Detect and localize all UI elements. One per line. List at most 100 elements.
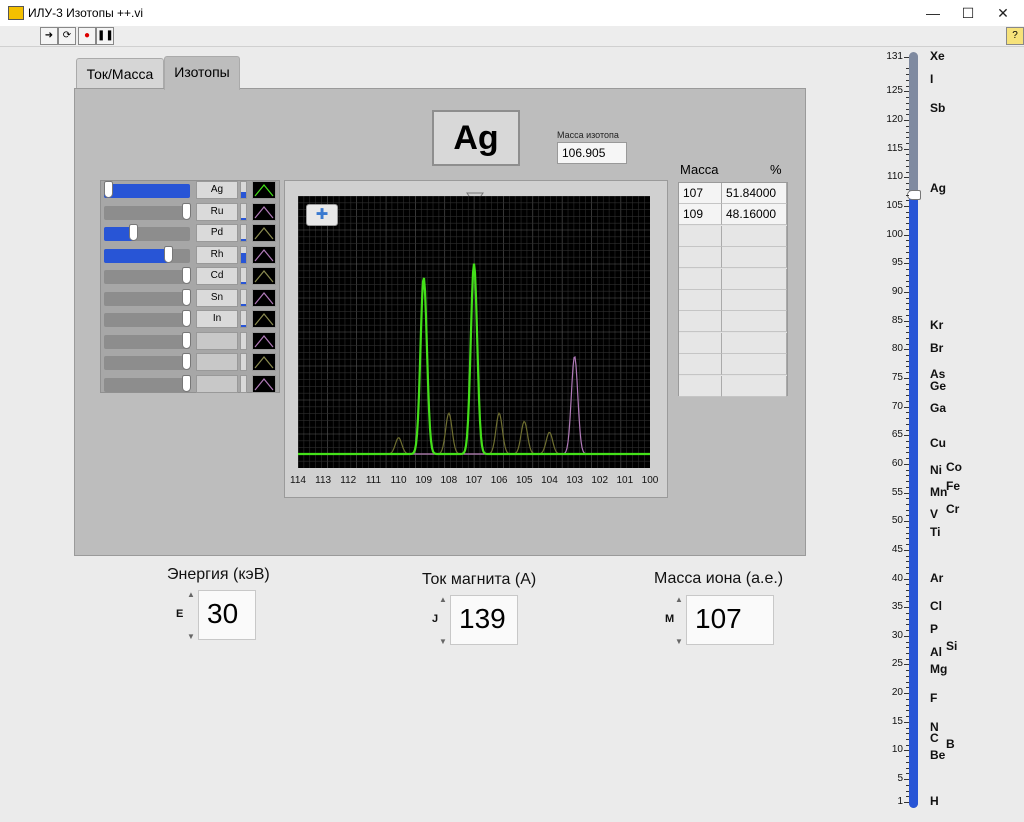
minimize-button[interactable]: — <box>918 2 948 24</box>
isotope-slider[interactable] <box>104 310 191 327</box>
control-value-field[interactable]: 30 <box>198 590 256 640</box>
element-label[interactable]: Ag <box>930 181 946 195</box>
element-label[interactable]: Be <box>930 748 945 762</box>
table-cell-mass[interactable] <box>679 268 722 290</box>
control-value-field[interactable]: 139 <box>450 595 518 645</box>
element-label[interactable]: C <box>930 731 939 745</box>
element-label[interactable]: Ar <box>930 571 943 585</box>
element-label[interactable]: Al <box>930 645 942 659</box>
isotope-slider[interactable] <box>104 224 190 241</box>
element-label[interactable]: Mg <box>930 662 947 676</box>
isotope-plot-icon[interactable] <box>252 374 276 393</box>
element-label[interactable]: Kr <box>930 318 943 332</box>
element-label[interactable]: Ti <box>930 525 940 539</box>
spin-down-icon[interactable]: ▼ <box>187 632 197 642</box>
table-cell-percent[interactable] <box>722 354 787 376</box>
table-cell-mass[interactable]: 109 <box>679 204 722 226</box>
isotope-plot-icon[interactable] <box>252 267 276 285</box>
close-button[interactable]: ✕ <box>988 2 1018 24</box>
help-icon[interactable]: ? <box>1006 27 1024 45</box>
tab-isotopes[interactable]: Изотопы <box>164 56 240 90</box>
element-label[interactable]: B <box>946 737 955 751</box>
element-label[interactable]: Fe <box>946 479 960 493</box>
zoom-plus-icon[interactable]: ✚ <box>306 204 338 226</box>
isotope-slider-knob[interactable] <box>182 202 191 220</box>
table-cell-percent[interactable] <box>722 311 787 333</box>
isotope-slider-knob[interactable] <box>104 181 113 198</box>
maximize-button[interactable]: ☐ <box>953 2 983 24</box>
spin-down-icon[interactable]: ▼ <box>675 637 685 647</box>
isotope-slider-knob[interactable] <box>164 245 174 263</box>
mass-scale-knob[interactable] <box>907 189 921 200</box>
element-label[interactable]: Si <box>946 639 957 653</box>
table-cell-percent[interactable] <box>722 290 787 311</box>
table-cell-mass[interactable] <box>679 290 722 311</box>
isotope-slider[interactable] <box>104 202 191 220</box>
table-cell-mass[interactable] <box>679 332 722 354</box>
spin-down-icon[interactable]: ▼ <box>439 637 449 647</box>
element-label[interactable]: Ga <box>930 401 946 415</box>
isotope-plot-icon[interactable] <box>252 310 276 328</box>
table-cell-mass[interactable] <box>679 354 722 376</box>
element-label[interactable]: Cu <box>930 436 946 450</box>
pause-icon[interactable]: ❚❚ <box>96 27 114 45</box>
element-label[interactable]: Ni <box>930 463 942 477</box>
element-label[interactable]: Br <box>930 341 943 355</box>
spin-up-icon[interactable]: ▲ <box>439 595 449 605</box>
element-label[interactable]: P <box>930 622 938 636</box>
isotope-slider-knob[interactable] <box>182 310 191 327</box>
isotope-slider[interactable] <box>104 181 190 198</box>
control-value-field[interactable]: 107 <box>686 595 774 645</box>
element-label[interactable]: Cr <box>946 502 959 516</box>
isotope-plot-icon[interactable] <box>252 288 276 307</box>
isotope-plot-icon[interactable] <box>252 245 276 264</box>
element-label[interactable]: H <box>930 794 939 808</box>
table-cell-percent[interactable] <box>722 268 787 290</box>
element-label[interactable]: Cl <box>930 599 942 613</box>
element-label[interactable]: Xe <box>930 49 945 63</box>
table-cell-percent[interactable] <box>722 332 787 354</box>
table-cell-percent[interactable]: 51.84000 <box>722 183 787 204</box>
isotope-slider[interactable] <box>104 288 191 306</box>
isotope-slider-knob[interactable] <box>182 288 191 306</box>
table-cell-mass[interactable] <box>679 247 722 269</box>
run-icon[interactable]: ➜ <box>40 27 58 45</box>
isotope-plot-icon[interactable] <box>252 331 276 350</box>
isotope-slider-knob[interactable] <box>182 267 191 284</box>
element-label[interactable]: Sb <box>930 101 945 115</box>
table-cell-percent[interactable] <box>722 375 787 397</box>
isotope-slider[interactable] <box>104 374 191 392</box>
element-label[interactable]: Mn <box>930 485 947 499</box>
isotope-slider[interactable] <box>104 245 190 263</box>
isotope-plot-icon[interactable] <box>252 202 276 221</box>
element-label[interactable]: Ge <box>930 379 946 393</box>
isotope-plot-icon[interactable] <box>252 181 276 199</box>
run-continuously-icon[interactable]: ⟳ <box>58 27 76 45</box>
spin-up-icon[interactable]: ▲ <box>675 595 685 605</box>
isotope-plot-icon[interactable] <box>252 353 276 371</box>
isotope-slider-knob[interactable] <box>182 374 191 392</box>
tab-current-mass[interactable]: Ток/Масса <box>76 58 164 89</box>
spin-up-icon[interactable]: ▲ <box>187 590 197 600</box>
table-cell-mass[interactable] <box>679 311 722 333</box>
isotope-table[interactable]: 107 51.84000 109 48.16000 <box>678 182 788 397</box>
table-cell-percent[interactable]: 48.16000 <box>722 204 787 226</box>
isotope-slider-knob[interactable] <box>129 224 139 241</box>
table-cell-percent[interactable] <box>722 247 787 269</box>
table-cell-mass[interactable] <box>679 375 722 397</box>
element-label[interactable]: V <box>930 507 938 521</box>
isotope-slider[interactable] <box>104 353 191 370</box>
isotope-slider-knob[interactable] <box>182 353 191 370</box>
table-cell-percent[interactable] <box>722 225 787 247</box>
isotope-slider[interactable] <box>104 331 191 349</box>
isotope-plot-icon[interactable] <box>252 224 276 242</box>
isotope-slider-knob[interactable] <box>182 331 191 349</box>
table-cell-mass[interactable]: 107 <box>679 183 722 204</box>
table-cell-mass[interactable] <box>679 225 722 247</box>
isotope-slider-fill <box>104 184 190 198</box>
isotope-slider[interactable] <box>104 267 191 284</box>
abort-icon[interactable]: ● <box>78 27 96 45</box>
element-label[interactable]: F <box>930 691 937 705</box>
element-label[interactable]: Co <box>946 460 962 474</box>
element-label[interactable]: I <box>930 72 933 86</box>
